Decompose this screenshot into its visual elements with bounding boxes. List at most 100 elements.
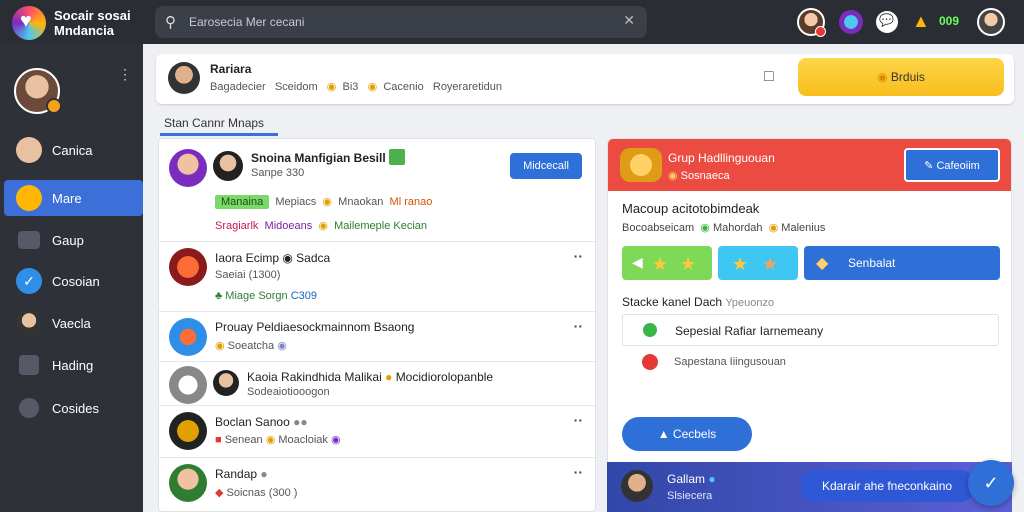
sidebar: ⋮ Canica Mare Gaup ✓ Cosoian Vaecla Hadi…	[0, 44, 143, 512]
list-item[interactable]: Kaoia Rakindhida Malikai ● Mocidiorolopa…	[159, 362, 595, 406]
sidebar-item-cosoian[interactable]: ✓ Cosoian	[4, 263, 143, 299]
chat-sub: Slsiecera	[667, 490, 713, 502]
sidebar-item-canica[interactable]: Canica	[4, 132, 143, 168]
avatar[interactable]	[169, 248, 207, 286]
more-vertical-icon[interactable]: ⋮	[118, 66, 132, 83]
warning-icon[interactable]: ▲	[912, 11, 932, 31]
more-icon[interactable]: ··	[574, 412, 583, 428]
meta-text: Miage	[225, 290, 256, 302]
status-icon	[643, 323, 657, 337]
app-logo[interactable]	[12, 6, 46, 40]
reaction-tile[interactable]: ★ ★	[718, 246, 798, 280]
brand-line-1: Socair sosai	[54, 8, 131, 23]
box-icon: ◆	[816, 255, 829, 272]
composer-button-label: Brduis	[890, 70, 925, 84]
more-icon[interactable]: ··	[574, 318, 583, 334]
emoji-icon: ◉	[318, 220, 328, 232]
message-button[interactable]: Kdarair ahe fneconkaino	[801, 470, 973, 502]
comment-icon[interactable]: □	[764, 68, 774, 86]
composer-name: Rariara	[210, 62, 252, 76]
close-icon[interactable]: ✕	[623, 12, 635, 29]
coin-icon: ◉	[326, 81, 337, 93]
sidebar-item-vaecla[interactable]: Vaecla	[4, 305, 143, 341]
row-label: Sepesial Rafiar Iarnemeany	[675, 324, 824, 338]
reaction-tile[interactable]: ◀ ★ ★	[622, 246, 712, 280]
tab-label: Stan Cannr Mnaps	[164, 116, 265, 130]
list-item[interactable]: Sapestana Iiingusouan	[622, 349, 999, 375]
avatar[interactable]	[213, 370, 239, 396]
sidebar-item-label: Gaup	[52, 233, 84, 248]
meta-text: Sorgn	[258, 290, 288, 302]
post-title-b: Sadca	[296, 251, 331, 265]
post-title: Kaoia Rakindhida Malikai ● Mocidiorolopa…	[247, 370, 494, 384]
row-label: Sapestana Iiingusouan	[674, 356, 786, 368]
list-item[interactable]: Boclan Sanoo ●● ■ Senean ◉ Moacloiak ◉ ·…	[159, 406, 595, 458]
list-item[interactable]: Snoina Manfigian Besill Sanpe 330 Midcec…	[159, 139, 595, 242]
globe-icon[interactable]	[839, 10, 863, 34]
chat-name-wrap: Gallam ●	[667, 472, 716, 486]
emoji-icon: ◉	[330, 434, 341, 446]
avatar[interactable]	[169, 464, 207, 502]
star-icon: ★	[652, 254, 669, 274]
lock-icon	[19, 398, 39, 418]
avatar[interactable]	[168, 62, 200, 94]
sidebar-item-hading[interactable]: Hading	[4, 347, 143, 383]
sidebar-item-label: Hading	[52, 358, 94, 373]
section-title: Stacke kanel Dach Ypeuonzo	[622, 295, 774, 309]
group-meta: Bocoabseicam ◉ Mahordah ◉ Malenius	[622, 221, 825, 234]
meta-text: Bagadecier	[210, 81, 266, 93]
compose-fab-icon[interactable]: ✓	[968, 460, 1014, 506]
post-title: Prouay Peldiaesockmainnom Bsaong	[215, 320, 415, 334]
post-sub: Saeiai (1300)	[215, 269, 281, 281]
list-item[interactable]: Prouay Peldiaesockmainnom Bsaong ◉ Soeat…	[159, 312, 595, 362]
search-input[interactable]	[189, 13, 609, 31]
avatar[interactable]	[169, 149, 207, 187]
post-sub: Soicnas	[226, 487, 266, 499]
sidebar-item-label: Cosides	[52, 401, 99, 416]
composer-button[interactable]: ◉ Brduis	[798, 58, 1004, 96]
sidebar-item-cosides[interactable]: Cosides	[4, 390, 143, 426]
brand-line-2: Mndancia	[54, 23, 114, 38]
send-button-label: Senbalat	[848, 256, 896, 270]
bag-icon: ◉	[877, 70, 888, 84]
tab-section[interactable]: Stan Cannr Mnaps	[160, 110, 278, 136]
avatar[interactable]	[213, 151, 243, 181]
arrow-icon: ◀	[632, 254, 643, 270]
cta-label: Cecbels	[672, 427, 717, 441]
cta-button[interactable]: ▲ Cecbels	[622, 417, 752, 451]
post-sub: Sanpe 330	[251, 167, 305, 179]
send-button[interactable]: ◆ Senbalat	[804, 246, 1000, 280]
avatar[interactable]	[621, 470, 653, 502]
post-sub-wrap: ◆ Soicnas (300 )	[215, 486, 297, 499]
search-bar[interactable]: ⚲ ✕	[155, 6, 647, 38]
alert-badge-icon	[815, 26, 826, 37]
more-icon[interactable]: ··	[574, 464, 583, 480]
list-item[interactable]: Sepesial Rafiar Iarnemeany	[622, 314, 999, 346]
profile-avatar[interactable]	[14, 68, 62, 114]
post-sub: Sodeaiotiooogon	[247, 386, 330, 398]
reel-icon[interactable]	[169, 366, 207, 404]
list-item[interactable]: Iaora Ecimp ◉ Sadca Saeiai (1300) ♣ Miag…	[159, 242, 595, 312]
composer-meta: Bagadecier Sceidom ◉ Bi3 ◉ Cacenio Royer…	[210, 80, 502, 93]
list-item[interactable]: Randap ● ◆ Soicnas (300 ) ··	[159, 458, 595, 512]
badge-icon	[46, 98, 62, 114]
user-avatar[interactable]	[977, 8, 1005, 36]
chat-name: Gallam	[667, 472, 706, 486]
panel-sub: Sosnaeca	[680, 170, 730, 182]
panel-header: Grup Hadllinguouan ◉ Sosnaeca ✎ Cafeoiim	[608, 139, 1011, 191]
tag-text: Mnaokan	[338, 196, 384, 208]
more-icon[interactable]: ··	[574, 248, 583, 264]
edit-button[interactable]: ✎ Cafeoiim	[904, 148, 1000, 182]
notification-avatar[interactable]	[797, 8, 826, 37]
avatar[interactable]	[169, 412, 207, 450]
follow-button[interactable]: Midcecall	[510, 153, 582, 179]
post-title-a: Boclan	[215, 415, 252, 429]
alert-icon	[642, 354, 658, 370]
panel-title: Grup Hadllinguouan	[668, 151, 775, 165]
tag-text: Sragiarlk	[215, 220, 259, 232]
chat-icon[interactable]	[876, 11, 898, 33]
sidebar-item-gaup[interactable]: Gaup	[4, 222, 143, 258]
sidebar-item-mare[interactable]: Mare	[4, 180, 143, 216]
avatar[interactable]	[169, 318, 207, 356]
meta-text: Royeraretidun	[432, 81, 502, 93]
